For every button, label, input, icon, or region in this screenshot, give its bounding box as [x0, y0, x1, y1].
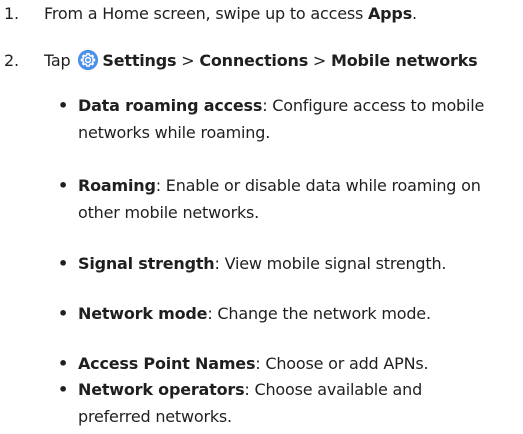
step-number: 1. — [4, 4, 19, 23]
mobile-networks-term: Mobile networks — [331, 51, 478, 70]
settings-gear-icon — [78, 49, 99, 71]
bullet-icon: • — [58, 96, 69, 115]
bullet-icon: • — [58, 304, 69, 323]
option-term: Signal strength — [78, 254, 215, 273]
connections-term: Connections — [199, 51, 309, 70]
bullet-icon: • — [58, 354, 69, 373]
step-number: 2. — [4, 51, 19, 70]
option-description: : Change the network mode. — [207, 304, 431, 323]
option-description: : Choose or add APNs. — [255, 354, 429, 373]
step-text: Tap Settings > Connections > Mobile netw… — [44, 49, 478, 71]
instructions-document: 1. From a Home screen, swipe up to acces… — [0, 0, 523, 434]
option-term: Data roaming access — [78, 96, 263, 115]
option-term: Roaming — [78, 176, 156, 195]
settings-term: Settings — [102, 51, 177, 70]
bullet-icon: • — [58, 380, 69, 399]
step-text: From a Home screen, swipe up to access A… — [44, 4, 417, 23]
bullet-icon: • — [58, 176, 69, 195]
apps-term: Apps — [368, 4, 413, 23]
option-description: : View mobile signal strength. — [214, 254, 447, 273]
option-term: Network mode — [78, 304, 208, 323]
bullet-icon: • — [58, 254, 69, 273]
option-term: Access Point Names — [78, 354, 256, 373]
option-term: Network operators — [78, 380, 245, 399]
